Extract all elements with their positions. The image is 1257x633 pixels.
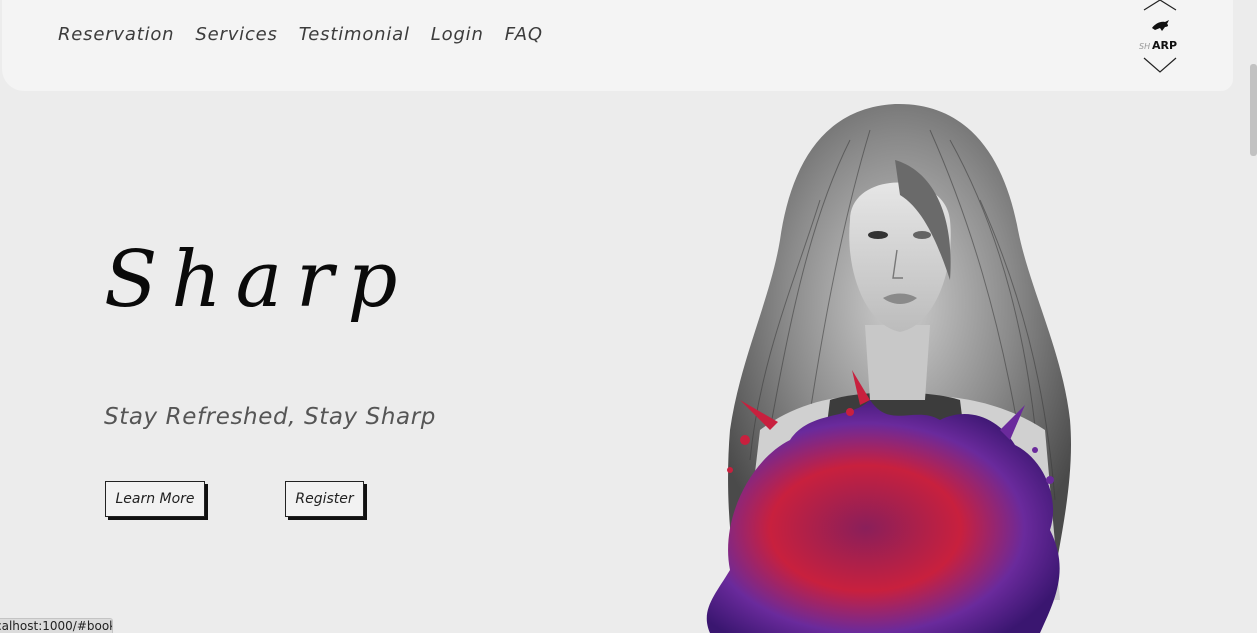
- navbar: Reservation Services Testimonial Login F…: [2, 0, 1233, 91]
- bird-logo-icon: [1152, 20, 1169, 31]
- logo-top-chevron-icon: [1143, 0, 1177, 11]
- nav-link-testimonial[interactable]: Testimonial: [299, 24, 410, 45]
- logo-bottom-chevron-icon: [1143, 57, 1177, 73]
- nav-link-reservation[interactable]: Reservation: [58, 24, 174, 45]
- nav-link-login[interactable]: Login: [431, 24, 484, 45]
- status-bar-url: calhost:1000/#book: [0, 618, 113, 633]
- logo-text-main: ARP: [1152, 39, 1177, 52]
- nav-link-faq[interactable]: FAQ: [505, 24, 543, 45]
- woman-paint-splash-illustration: [706, 103, 1071, 633]
- nav-links: Reservation Services Testimonial Login F…: [58, 24, 564, 45]
- logo-text-prefix: SH: [1139, 42, 1150, 51]
- scrollbar-track[interactable]: [1248, 0, 1257, 633]
- nav-link-services[interactable]: Services: [195, 24, 277, 45]
- learn-more-button[interactable]: Learn More: [105, 481, 205, 517]
- hero-tagline: Stay Refreshed, Stay Sharp: [104, 404, 436, 430]
- page: Reservation Services Testimonial Login F…: [0, 0, 1257, 633]
- logo[interactable]: SH ARP: [1138, 0, 1182, 75]
- status-bar-url-text: calhost:1000/#book: [0, 619, 113, 633]
- register-button[interactable]: Register: [285, 481, 364, 517]
- scrollbar-thumb[interactable]: [1250, 64, 1257, 156]
- hero-title: Sharp: [104, 235, 412, 325]
